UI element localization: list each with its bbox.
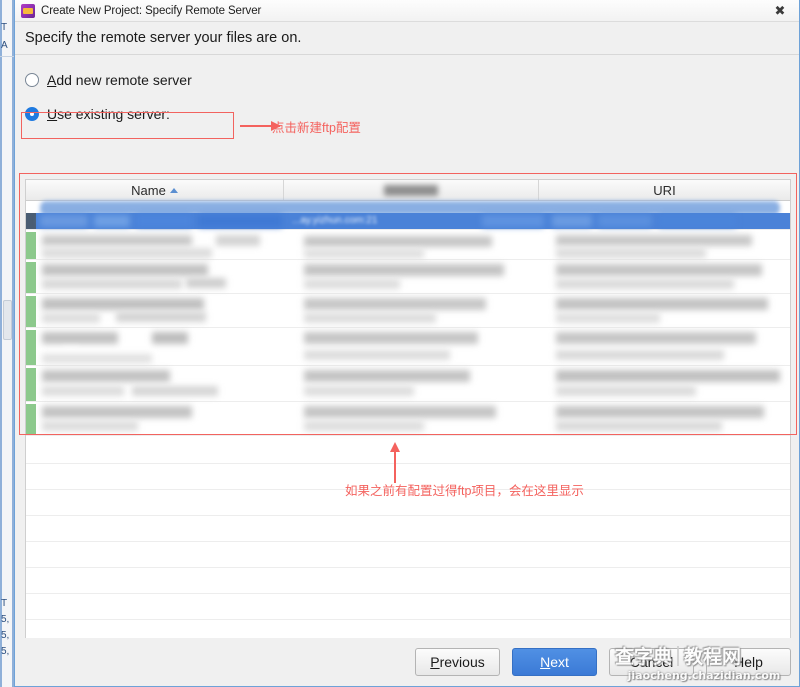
table-row[interactable] xyxy=(26,262,790,294)
sort-ascending-icon xyxy=(169,187,178,193)
table-header-row: Name URI xyxy=(26,180,790,201)
radio-label-add-new: Add new remote server xyxy=(47,72,192,88)
phpstorm-icon xyxy=(21,3,35,18)
radio-indicator-add-new[interactable] xyxy=(25,73,39,87)
existing-servers-table[interactable]: Name URI ...ay.yizhun.com:21 xyxy=(25,179,791,648)
annotation-text-table: 如果之前有配置过得ftp项目，会在这里显示 xyxy=(345,484,584,498)
table-row[interactable] xyxy=(26,404,790,436)
table-row[interactable] xyxy=(26,296,790,328)
annotation-arrow-table xyxy=(390,442,400,483)
table-row-empty[interactable] xyxy=(26,594,790,620)
annotation-text-add-new: 点击新建ftp配置 xyxy=(272,121,361,135)
column-header-name[interactable]: Name xyxy=(26,180,284,200)
radio-use-existing-server[interactable]: Use existing server: xyxy=(25,101,789,127)
table-row[interactable] xyxy=(26,330,790,366)
radio-indicator-use-existing[interactable] xyxy=(25,107,39,121)
table-row-empty[interactable] xyxy=(26,568,790,594)
radio-add-new-remote-server[interactable]: Add new remote server xyxy=(25,67,789,93)
help-button[interactable]: Help xyxy=(706,648,791,676)
selected-row-uri-text: ...ay.yizhun.com:21 xyxy=(292,215,378,226)
column-header-uri[interactable]: URI xyxy=(539,180,790,200)
header-instruction-text: Specify the remote server your files are… xyxy=(25,30,302,46)
column-header-host[interactable] xyxy=(284,180,539,200)
table-row-empty[interactable] xyxy=(26,542,790,568)
create-new-project-dialog: Create New Project: Specify Remote Serve… xyxy=(14,0,800,687)
bg-text-line: A xyxy=(1,40,8,51)
table-row[interactable] xyxy=(26,232,790,260)
table-row[interactable] xyxy=(26,368,790,402)
table-row-empty[interactable] xyxy=(26,438,790,464)
next-button[interactable]: Next xyxy=(512,648,597,676)
previous-button[interactable]: Previous xyxy=(415,648,500,676)
bg-text-line: T xyxy=(1,22,8,33)
bg-text-line: 5, xyxy=(1,646,10,657)
dialog-header: Specify the remote server your files are… xyxy=(15,22,799,55)
bg-text-line: 5, xyxy=(1,630,10,641)
radio-label-use-existing: Use existing server: xyxy=(47,106,170,122)
table-row-empty[interactable] xyxy=(26,516,790,542)
bg-text-line: T xyxy=(1,598,8,609)
table-row[interactable]: ...ay.yizhun.com:21 xyxy=(26,213,790,230)
close-icon[interactable]: ✖ xyxy=(767,2,793,20)
background-window-strip: T A T 5, 5, 5, xyxy=(0,0,14,687)
dialog-footer: Previous Next Cancel Help 查字典 教程网 jiaoch… xyxy=(15,638,799,686)
table-body: ...ay.yizhun.com:21 xyxy=(26,201,790,647)
cancel-button[interactable]: Cancel xyxy=(609,648,694,676)
bg-text-line: 5, xyxy=(1,614,10,625)
dialog-titlebar: Create New Project: Specify Remote Serve… xyxy=(15,0,799,22)
dialog-body: Add new remote server Use existing serve… xyxy=(15,55,799,684)
redacted-column-label xyxy=(384,184,438,196)
dialog-title: Create New Project: Specify Remote Serve… xyxy=(41,4,262,17)
